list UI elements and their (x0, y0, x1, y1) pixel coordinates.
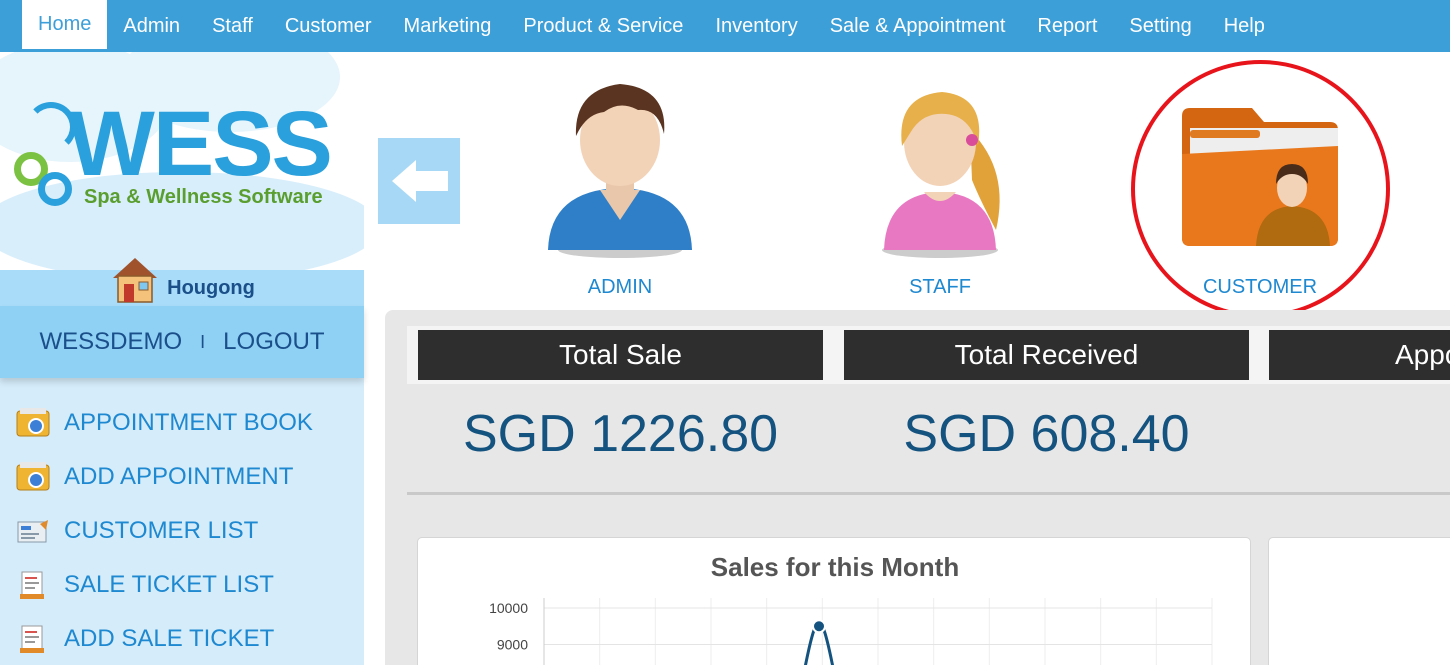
shortcut-customer[interactable]: CUSTOMER (1160, 70, 1360, 306)
logo-tagline: Spa & Wellness Software (84, 186, 323, 208)
arrow-left-icon (392, 160, 448, 202)
stat-title-appointments: Appo (1269, 330, 1450, 380)
back-button[interactable] (378, 138, 460, 224)
house-icon (109, 254, 161, 306)
stat-value-total-received: SGD 608.40 (903, 405, 1190, 463)
add-sale-ticket-icon (16, 622, 50, 656)
sidebar-item-label: SALE TICKET LIST (64, 571, 274, 598)
stat-title-total-sale: Total Sale (418, 330, 823, 380)
sidebar-item-label: APPOINTMENT BOOK (64, 409, 313, 436)
sidebar: WESS Spa & Wellness Software Hougong WES… (0, 52, 364, 665)
sidebar-item-sale-ticket-list[interactable]: SALE TICKET LIST (0, 558, 364, 612)
top-nav: Home Admin Staff Customer Marketing Prod… (0, 0, 1450, 52)
sales-chart: 10000 9000 (489, 598, 1213, 665)
add-appointment-icon (16, 460, 50, 494)
nav-product-service[interactable]: Product & Service (507, 0, 699, 52)
nav-home[interactable]: Home (22, 0, 108, 49)
y-tick-label: 9000 (497, 637, 528, 653)
y-tick-label: 10000 (489, 600, 528, 616)
logo-ring-icon (38, 172, 72, 206)
nav-staff[interactable]: Staff (196, 0, 269, 52)
stat-value-total-sale: SGD 1226.80 (462, 405, 779, 463)
admin-avatar-icon (548, 84, 692, 258)
shortcut-staff[interactable]: STAFF (840, 70, 1040, 306)
data-point[interactable] (812, 619, 826, 634)
separator: I (200, 331, 206, 352)
customer-folder-icon (1182, 108, 1338, 246)
logo[interactable]: WESS Spa & Wellness Software (0, 52, 364, 270)
nav-customer[interactable]: Customer (269, 0, 388, 52)
sales-chart-card: Sales for this Month 10000 9000 (417, 537, 1251, 665)
nav-marketing[interactable]: Marketing (388, 0, 508, 52)
sidebar-item-label: ADD SALE TICKET (64, 625, 275, 652)
nav-sale-appointment[interactable]: Sale & Appointment (814, 0, 1022, 52)
username-link[interactable]: WESSDEMO (39, 328, 182, 356)
nav-report[interactable]: Report (1021, 0, 1113, 52)
nav-admin[interactable]: Admin (107, 0, 196, 52)
shortcut-label: STAFF (909, 276, 971, 298)
divider (407, 492, 1450, 495)
nav-help[interactable]: Help (1208, 0, 1281, 52)
sidebar-item-label: ADD APPOINTMENT (64, 463, 294, 490)
customer-list-icon (16, 514, 50, 548)
appointment-book-icon (16, 406, 50, 440)
sidebar-item-add-appointment[interactable]: ADD APPOINTMENT (0, 450, 364, 504)
second-chart-card (1268, 537, 1450, 665)
stat-title-total-received: Total Received (844, 330, 1249, 380)
branch-name: Hougong (167, 276, 255, 299)
logo-word: WESS (68, 93, 333, 195)
shortcut-label: ADMIN (587, 276, 653, 298)
branch-bar: Hougong (0, 258, 364, 306)
nav-inventory[interactable]: Inventory (699, 0, 813, 52)
sale-ticket-icon (16, 568, 50, 602)
nav-setting[interactable]: Setting (1113, 0, 1207, 52)
user-bar: WESSDEMO I LOGOUT (0, 306, 364, 378)
sidebar-item-customer-list[interactable]: CUSTOMER LIST (0, 504, 364, 558)
shortcut-admin[interactable]: ADMIN (520, 70, 720, 306)
logout-link[interactable]: LOGOUT (223, 328, 324, 356)
sidebar-item-appointment-book[interactable]: APPOINTMENT BOOK (0, 396, 364, 450)
staff-avatar-icon (882, 92, 1000, 258)
sidebar-menu: APPOINTMENT BOOK ADD APPOINTMENT CUSTOME… (0, 396, 364, 665)
shortcut-label: CUSTOMER (1202, 276, 1318, 298)
sidebar-item-add-sale-ticket[interactable]: ADD SALE TICKET (0, 612, 364, 665)
sidebar-item-label: CUSTOMER LIST (64, 517, 259, 544)
